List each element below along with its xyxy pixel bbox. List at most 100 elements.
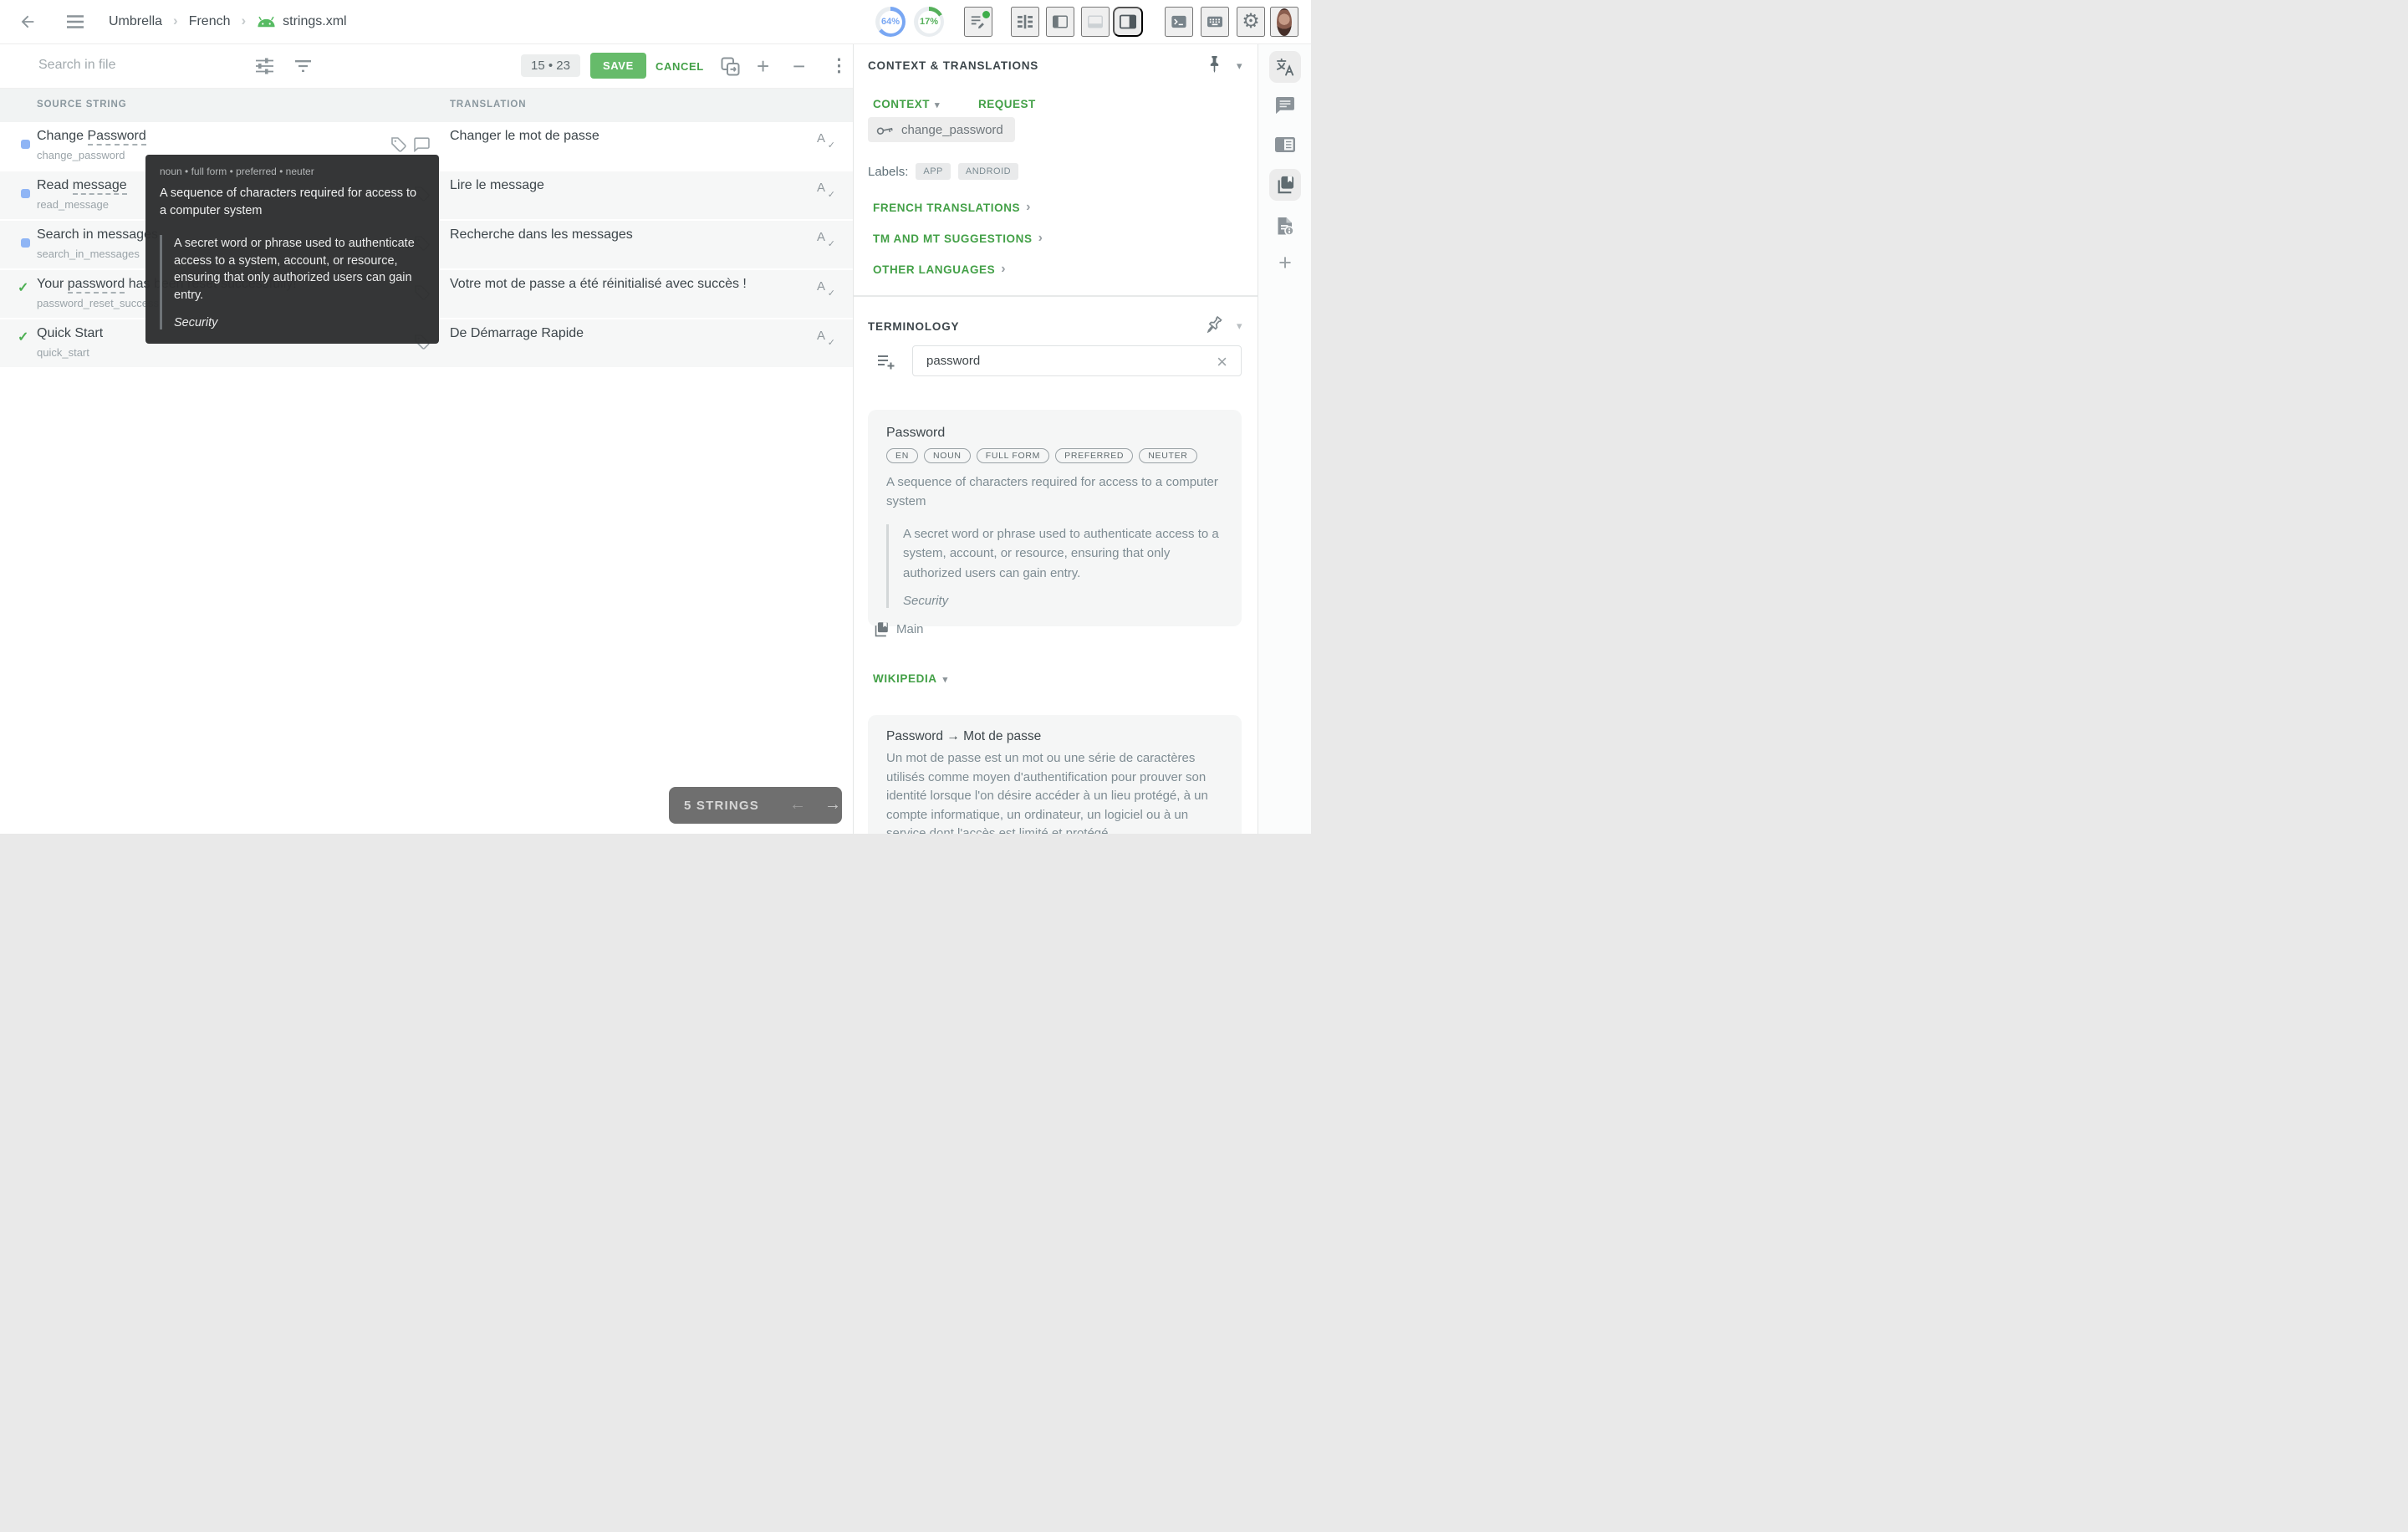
rail-string-info-button[interactable] (1269, 210, 1301, 242)
console-button[interactable] (1165, 7, 1193, 37)
cancel-button[interactable]: CANCEL (650, 59, 709, 74)
comments-button[interactable] (409, 136, 435, 153)
breadcrumb-language[interactable]: French (189, 14, 231, 29)
clear-search-icon[interactable] (1212, 350, 1232, 374)
term-usage-block: A secret word or phrase used to authenti… (886, 524, 1223, 608)
string-key-chip[interactable]: change_password (868, 117, 1015, 142)
wikipedia-entry-title: Password → Mot de passe (886, 729, 1223, 744)
copy-source-button[interactable] (716, 56, 745, 77)
translation-text[interactable]: De Démarrage Rapide (450, 326, 584, 341)
translation-text[interactable]: Lire le message (450, 178, 544, 193)
duplicate-icon (721, 57, 740, 76)
glossary-source-row: Main (873, 621, 924, 637)
hamburger-icon (67, 15, 84, 28)
translation-text[interactable]: Changer le mot de passe (450, 129, 599, 144)
term-usage: A secret word or phrase used to authenti… (903, 524, 1223, 583)
rail-add-panel-button[interactable] (1269, 247, 1301, 278)
source-string[interactable]: Change Password (37, 129, 146, 144)
add-term-button[interactable] (873, 354, 900, 371)
shortcuts-button[interactable] (1201, 7, 1229, 37)
layout-left-icon (1053, 13, 1068, 30)
filter-button[interactable] (290, 59, 316, 73)
search-input[interactable] (37, 57, 241, 74)
layout-right-panel-button[interactable] (1113, 7, 1143, 37)
breadcrumb-project[interactable]: Umbrella (109, 14, 162, 29)
tooltip-grammar-meta: noun • full form • preferred • neuter (160, 166, 425, 177)
spellcheck-icon (817, 131, 835, 150)
tab-request[interactable]: REQUEST (973, 97, 1041, 111)
column-header-translation: TRANSLATION (450, 100, 526, 110)
strings-pager: 5 STRINGS (669, 787, 842, 824)
comment-filled-icon (1276, 97, 1294, 115)
back-button[interactable] (13, 12, 42, 32)
tag-icon (390, 136, 406, 152)
translation-text[interactable]: Recherche dans les messages (450, 227, 633, 243)
breadcrumb: Umbrella › French › strings.xml (109, 13, 347, 30)
collapse-terminology-button[interactable] (1232, 319, 1247, 334)
rail-context-card-button[interactable] (1269, 129, 1301, 161)
settings-button[interactable] (1237, 7, 1265, 37)
translation-text[interactable]: Votre mot de passe a été réinitialisé av… (450, 277, 747, 292)
glossary-books-icon (1276, 176, 1294, 194)
string-position-counter: 15 • 23 (521, 54, 580, 77)
view-grid-button[interactable] (1011, 7, 1039, 37)
term-highlight[interactable]: message (73, 178, 127, 195)
context-panel: CONTEXT & TRANSLATIONS CONTEXT REQUEST c… (853, 43, 1258, 834)
account-button[interactable] (1270, 7, 1298, 37)
section-other-languages[interactable]: OTHER LANGUAGES (868, 261, 1011, 278)
term-definition: A sequence of characters required for ac… (886, 472, 1223, 512)
status-in-progress-icon (21, 189, 30, 198)
layout-left-panel-button[interactable] (1046, 7, 1074, 37)
menu-button[interactable] (62, 14, 89, 29)
tooltip-domain: Security (174, 316, 425, 329)
section-tm-mt-suggestions[interactable]: TM AND MT SUGGESTIONS (868, 230, 1048, 247)
next-page-button[interactable] (819, 794, 846, 815)
progress-ring-value: 64% (881, 17, 900, 27)
tags-button[interactable] (385, 135, 411, 153)
layout-bottom-icon (1088, 13, 1103, 30)
terminology-search-input[interactable] (925, 353, 1204, 369)
term-badge: EN (886, 448, 918, 463)
glossary-name[interactable]: Main (896, 622, 924, 636)
android-icon (257, 16, 276, 28)
source-string[interactable]: Read message (37, 178, 127, 193)
spellcheck-icon (817, 181, 835, 199)
string-key: read_message (37, 198, 109, 211)
spellcheck-icon (817, 279, 835, 298)
more-options-button[interactable] (825, 56, 853, 75)
tab-context[interactable]: CONTEXT (868, 97, 945, 111)
progress-ring-translated: 64% (875, 7, 906, 37)
tooltip-usage-block: A secret word or phrase used to authenti… (160, 235, 425, 329)
wikipedia-card: Password → Mot de passe Un mot de passe … (868, 715, 1242, 834)
layout-bottom-panel-button[interactable] (1081, 7, 1110, 37)
section-french-translations[interactable]: FRENCH TRANSLATIONS (868, 199, 1036, 216)
terminology-title: TERMINOLOGY (868, 320, 959, 333)
term-badge: PREFERRED (1055, 448, 1133, 463)
keyboard-icon (1207, 14, 1222, 29)
editor-toolbar: 15 • 23 SAVE CANCEL (0, 43, 853, 89)
source-string[interactable]: Search in messages (37, 227, 158, 243)
collapse-panel-button[interactable] (1232, 59, 1247, 74)
rail-comments-button[interactable] (1269, 89, 1301, 121)
section-wikipedia[interactable]: WIKIPEDIA (868, 672, 953, 686)
rail-glossary-button[interactable] (1269, 169, 1301, 201)
tasks-button[interactable] (964, 7, 992, 37)
search-settings-button[interactable] (251, 57, 278, 75)
add-string-button[interactable] (752, 54, 774, 78)
term-highlight[interactable]: password (68, 277, 125, 294)
label-chip[interactable]: ANDROID (958, 163, 1018, 180)
breadcrumb-file[interactable]: strings.xml (257, 14, 346, 29)
tooltip-definition: A sequence of characters required for ac… (160, 185, 425, 219)
unpin-terminology-button[interactable] (1201, 314, 1226, 336)
rail-translations-button[interactable] (1269, 51, 1301, 83)
pin-panel-button[interactable] (1203, 54, 1226, 74)
prev-page-button[interactable] (784, 794, 811, 815)
label-chip[interactable]: APP (916, 163, 951, 180)
column-header-source: SOURCE STRING (37, 100, 127, 110)
table-view-icon (1018, 13, 1033, 30)
term-highlight[interactable]: Password (88, 129, 146, 146)
save-button[interactable]: SAVE (590, 53, 646, 79)
remove-string-button[interactable] (788, 54, 810, 78)
source-string[interactable]: Quick Start (37, 326, 103, 341)
comment-icon (414, 137, 430, 152)
